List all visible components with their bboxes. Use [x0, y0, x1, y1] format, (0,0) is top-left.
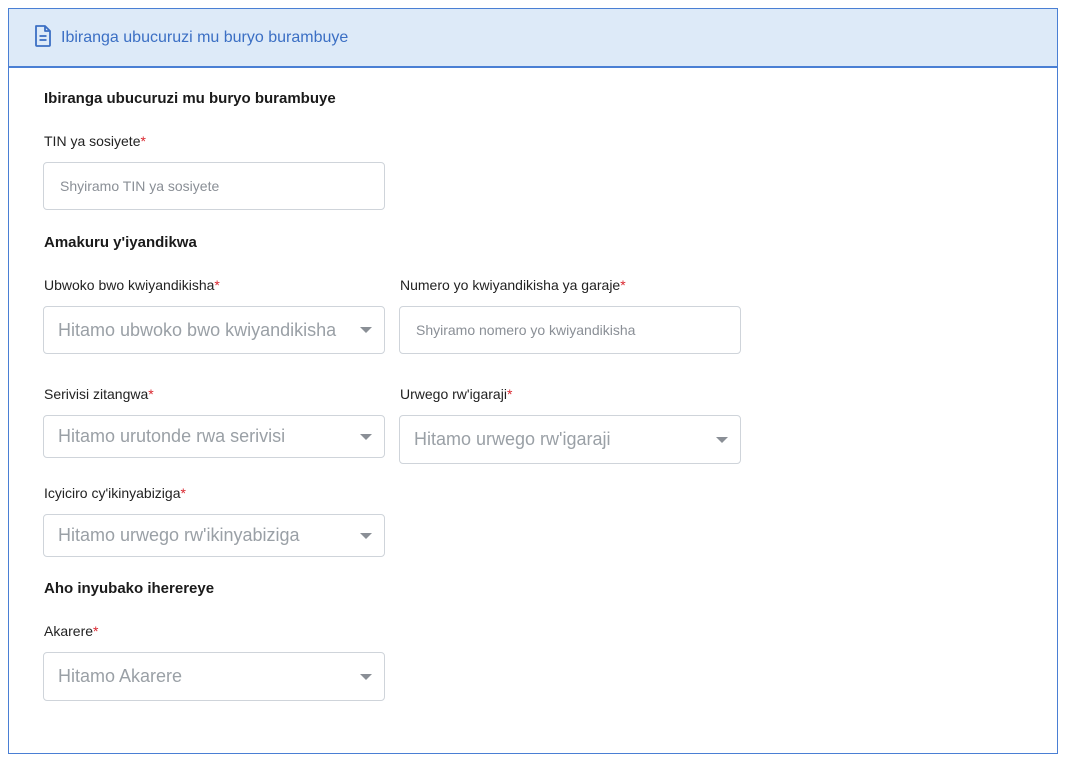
tin-label: TIN ya sosiyete*	[44, 132, 146, 150]
district-placeholder: Hitamo Akarere	[58, 666, 183, 686]
vehicle-category-label-text: Icyiciro cy'ikinyabiziga	[44, 485, 181, 501]
registration-type-select[interactable]: Hitamo ubwoko bwo kwiyandikisha	[43, 306, 385, 354]
garage-level-select[interactable]: Hitamo urwego rw'igaraji	[399, 415, 741, 464]
chevron-down-icon	[360, 532, 372, 539]
business-details-card: Ibiranga ubucuruzi mu buryo burambuye	[8, 8, 1058, 754]
chevron-down-icon	[360, 433, 372, 440]
tin-input[interactable]: Shyiramo TIN ya sosiyete	[43, 162, 385, 210]
district-select[interactable]: Hitamo Akarere	[43, 652, 385, 701]
card-header: Ibiranga ubucuruzi mu buryo burambuye	[9, 9, 1057, 68]
registration-type-label: Ubwoko bwo kwiyandikisha*	[44, 276, 220, 294]
required-marker: *	[620, 277, 626, 293]
registration-type-placeholder: Hitamo ubwoko bwo kwiyandikisha	[58, 319, 337, 340]
required-marker: *	[214, 277, 220, 293]
tin-placeholder: Shyiramo TIN ya sosiyete	[60, 178, 220, 194]
section-title-details: Ibiranga ubucuruzi mu buryo burambuye	[44, 90, 336, 107]
registration-type-label-text: Ubwoko bwo kwiyandikisha	[44, 277, 215, 293]
section-title-registration: Amakuru y'iyandikwa	[44, 234, 197, 251]
required-marker: *	[506, 386, 513, 402]
district-label-text: Akarere	[44, 623, 94, 639]
chevron-down-icon	[716, 436, 728, 443]
required-marker: *	[93, 623, 99, 639]
garage-level-label: Urwego rw'igaraji*	[400, 385, 512, 403]
services-placeholder: Hitamo urutonde rwa serivisi	[58, 426, 286, 446]
vehicle-category-select[interactable]: Hitamo urwego rw'ikinyabiziga	[43, 514, 385, 557]
garage-level-placeholder: Hitamo urwego rw'igaraji	[414, 429, 611, 449]
garage-number-placeholder: Shyiramo nomero yo kwiyandikisha	[416, 322, 636, 338]
tin-label-text: TIN ya sosiyete	[44, 133, 141, 149]
required-marker: *	[140, 133, 146, 149]
district-label: Akarere*	[44, 622, 98, 640]
services-select[interactable]: Hitamo urutonde rwa serivisi	[43, 415, 385, 458]
section-title-location: Aho inyubako iherereye	[44, 580, 215, 597]
chevron-down-icon	[360, 327, 372, 333]
garage-number-label: Numero yo kwiyandikisha ya garaje*	[400, 276, 626, 294]
garage-level-label-text: Urwego rw'igaraji	[400, 386, 507, 402]
vehicle-category-placeholder: Hitamo urwego rw'ikinyabiziga	[58, 525, 300, 545]
garage-number-input[interactable]: Shyiramo nomero yo kwiyandikisha	[399, 306, 741, 354]
services-label: Serivisi zitangwa*	[44, 385, 154, 403]
chevron-down-icon	[360, 673, 372, 680]
document-icon	[35, 25, 51, 47]
required-marker: *	[148, 386, 154, 402]
vehicle-category-label: Icyiciro cy'ikinyabiziga*	[44, 484, 186, 502]
required-marker: *	[180, 485, 186, 501]
garage-number-label-text: Numero yo kwiyandikisha ya garaje	[400, 277, 621, 293]
card-title: Ibiranga ubucuruzi mu buryo burambuye	[61, 29, 349, 46]
services-label-text: Serivisi zitangwa	[44, 386, 149, 402]
